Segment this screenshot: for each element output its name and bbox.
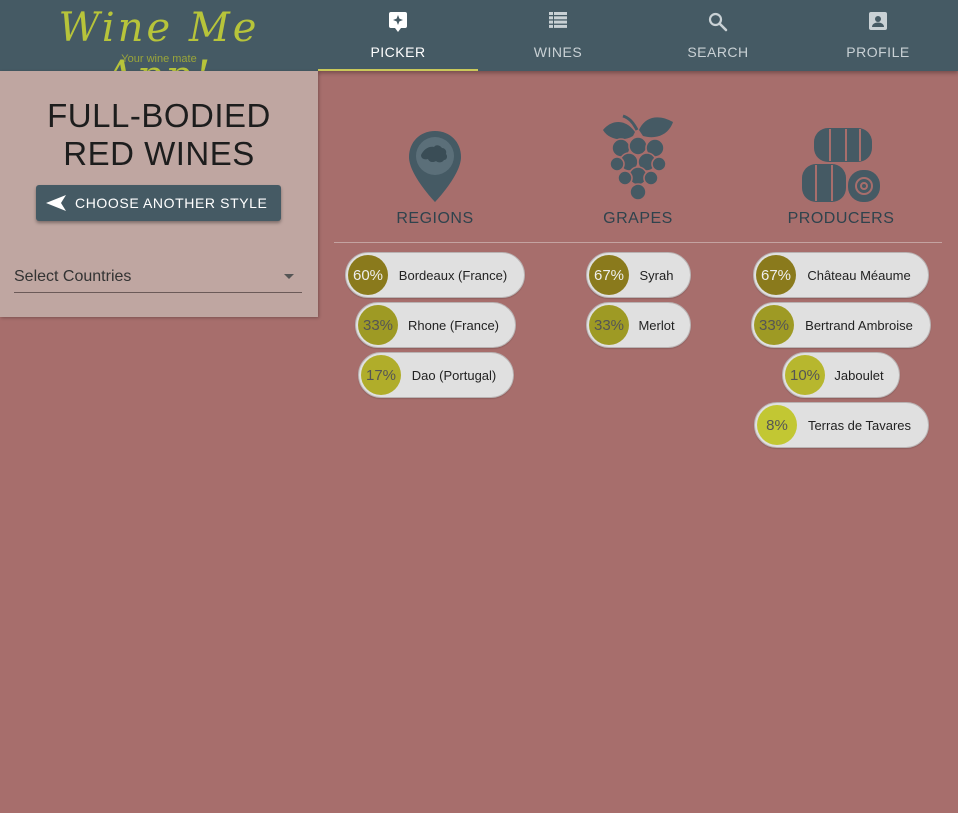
send-arrow-icon — [46, 195, 66, 211]
style-title-line2: RED WINES — [63, 135, 255, 172]
style-title-line1: FULL-BODIED — [47, 97, 271, 134]
producer-chip-bertrand-ambroise[interactable]: 33% Bertrand Ambroise — [751, 302, 931, 348]
barrels-icon — [740, 108, 942, 204]
app-tagline: Your wine mate — [121, 53, 197, 65]
region-chip-bordeaux[interactable]: 60% Bordeaux (France) — [345, 252, 525, 298]
producer-name: Jaboulet — [834, 367, 884, 383]
producer-pct-badge: 8% — [757, 405, 797, 445]
region-pct-badge: 17% — [361, 355, 401, 395]
tab-profile[interactable]: PROFILE — [798, 0, 958, 71]
tab-search-label: SEARCH — [687, 44, 749, 60]
tab-wines-label: WINES — [533, 44, 583, 60]
style-panel: FULL-BODIED RED WINES CHOOSE ANOTHER STY… — [0, 71, 318, 317]
tab-picker-label: PICKER — [370, 44, 426, 60]
tab-profile-label: PROFILE — [846, 44, 910, 60]
choose-another-style-button[interactable]: CHOOSE ANOTHER STYLE — [36, 185, 281, 221]
producer-name: Château Méaume — [807, 267, 911, 283]
producer-chip-jaboulet[interactable]: 10% Jaboulet — [782, 352, 900, 398]
producer-name: Terras de Tavares — [807, 417, 912, 433]
producer-pct-badge: 10% — [785, 355, 825, 395]
producer-name: Bertrand Ambroise — [805, 317, 913, 333]
section-divider — [334, 242, 942, 243]
grape-pct-badge: 33% — [589, 305, 629, 345]
tab-picker[interactable]: PICKER — [318, 0, 478, 71]
region-chip-dao[interactable]: 17% Dao (Portugal) — [358, 352, 514, 398]
grape-chip-merlot[interactable]: 33% Merlot — [586, 302, 691, 348]
list-icon — [478, 12, 638, 34]
tab-search[interactable]: SEARCH — [638, 0, 798, 71]
choose-another-style-label: CHOOSE ANOTHER STYLE — [75, 195, 268, 211]
region-name: Dao (Portugal) — [411, 367, 497, 383]
producers-header: PRODUCERS — [787, 210, 895, 227]
profile-icon — [798, 12, 958, 34]
search-icon — [638, 12, 798, 34]
grapes-header: GRAPES — [603, 210, 673, 227]
grape-pct-badge: 67% — [589, 255, 629, 295]
grape-chip-syrah[interactable]: 67% Syrah — [586, 252, 691, 298]
producer-chip-terras-de-tavares[interactable]: 8% Terras de Tavares — [754, 402, 929, 448]
brand[interactable]: Wine Me App! Your wine mate — [0, 0, 318, 99]
style-title: FULL-BODIED RED WINES — [0, 97, 318, 173]
tab-wines[interactable]: WINES — [478, 0, 638, 71]
sparkle-icon — [318, 12, 478, 34]
region-name: Rhone (France) — [407, 317, 500, 333]
grape-name: Syrah — [639, 267, 674, 283]
region-chip-rhone[interactable]: 33% Rhone (France) — [355, 302, 516, 348]
regions-column: REGIONS — [334, 108, 536, 228]
country-select-label: Select Countries — [14, 268, 132, 285]
region-pct-badge: 60% — [348, 255, 388, 295]
grapes-icon — [537, 108, 739, 204]
region-pct-badge: 33% — [358, 305, 398, 345]
chevron-down-icon — [284, 274, 294, 279]
producer-pct-badge: 67% — [756, 255, 796, 295]
regions-header: REGIONS — [396, 210, 474, 227]
country-select[interactable]: Select Countries — [14, 259, 302, 293]
producer-pct-badge: 33% — [754, 305, 794, 345]
producer-chip-chateau-meaume[interactable]: 67% Château Méaume — [753, 252, 929, 298]
region-name: Bordeaux (France) — [398, 267, 508, 283]
map-pin-icon — [334, 108, 536, 204]
producers-column: PRODUCERS — [740, 108, 942, 228]
grape-name: Merlot — [638, 317, 675, 333]
top-app-bar: Wine Me App! Your wine mate PICKER WINES… — [0, 0, 958, 99]
grapes-column: GRAPES — [537, 108, 739, 228]
